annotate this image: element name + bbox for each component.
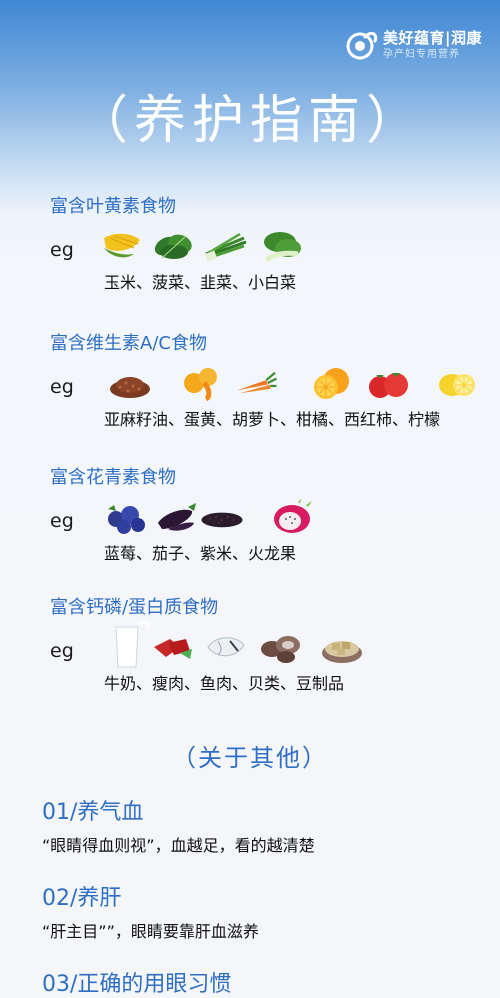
- brand-slogan: 孕产妇专用营养: [383, 48, 461, 60]
- tip-desc: “肝主目””，眼睛要靠肝血滋养: [42, 922, 259, 941]
- tofu-icon: [322, 641, 362, 663]
- eg-label: eg: [50, 239, 74, 261]
- section-title: 富含钙磷/蛋白质食物: [50, 597, 219, 618]
- orange-icon: [314, 368, 349, 399]
- tip-title: 03/正确的用眼习惯: [42, 972, 232, 997]
- milk-icon: [115, 620, 150, 668]
- tip-desc: “眼睛得血则视”，血越足，看的越清楚: [42, 836, 315, 855]
- eggplant-icon: [158, 503, 196, 531]
- tomato-icon: [369, 373, 408, 398]
- section-title: 富含维生素A/C食物: [50, 333, 207, 354]
- fish-icon: [207, 637, 245, 657]
- food-list: 牛奶、瘦肉、鱼肉、贝类、豆制品: [104, 674, 345, 693]
- blueberry-icon: [108, 505, 145, 534]
- eg-label: eg: [50, 640, 74, 662]
- tip-2: 02/养肝: [42, 880, 482, 912]
- food-list: 亚麻籽油、蛋黄、胡萝卜、柑橘、西红柿、柠檬: [104, 410, 441, 429]
- tip-title: 01/养气血: [42, 800, 144, 825]
- lemon-icon: [439, 374, 475, 396]
- eg-label: eg: [50, 510, 74, 532]
- lean-meat-icon: [154, 639, 192, 659]
- food-list: 玉米、菠菜、韭菜、小白菜: [104, 273, 297, 292]
- section-title: 富含花青素食物: [50, 467, 176, 488]
- flaxseed-icon: [110, 377, 150, 398]
- food-list: 蓝莓、茄子、紫米、火龙果: [104, 544, 297, 563]
- eg-label: eg: [50, 376, 74, 398]
- section-title: 富含叶黄素食物: [50, 196, 176, 217]
- corn-icon: [104, 233, 140, 258]
- tip-3: 03/正确的用眼习惯: [42, 966, 482, 998]
- brand-logo-icon: [346, 31, 378, 60]
- dragon-fruit-icon: [274, 499, 312, 533]
- other-section-title: （关于其他）: [172, 744, 328, 772]
- tip-title: 02/养肝: [42, 886, 122, 911]
- black-rice-icon: [201, 512, 243, 528]
- brand-name: 美好蕴育|润康: [383, 28, 482, 47]
- carrot-icon: [236, 371, 278, 394]
- brand: 美好蕴育|润康 孕产妇专用营养: [345, 28, 482, 62]
- page-title: （养护指南）: [75, 91, 424, 151]
- chives-icon: [204, 232, 247, 262]
- shellfish-icon: [261, 636, 300, 663]
- tip-1: 01/养气血: [42, 794, 482, 826]
- spinach-icon: [154, 234, 192, 259]
- bok-choy-icon: [264, 232, 301, 263]
- egg-yolk-icon: [184, 368, 217, 401]
